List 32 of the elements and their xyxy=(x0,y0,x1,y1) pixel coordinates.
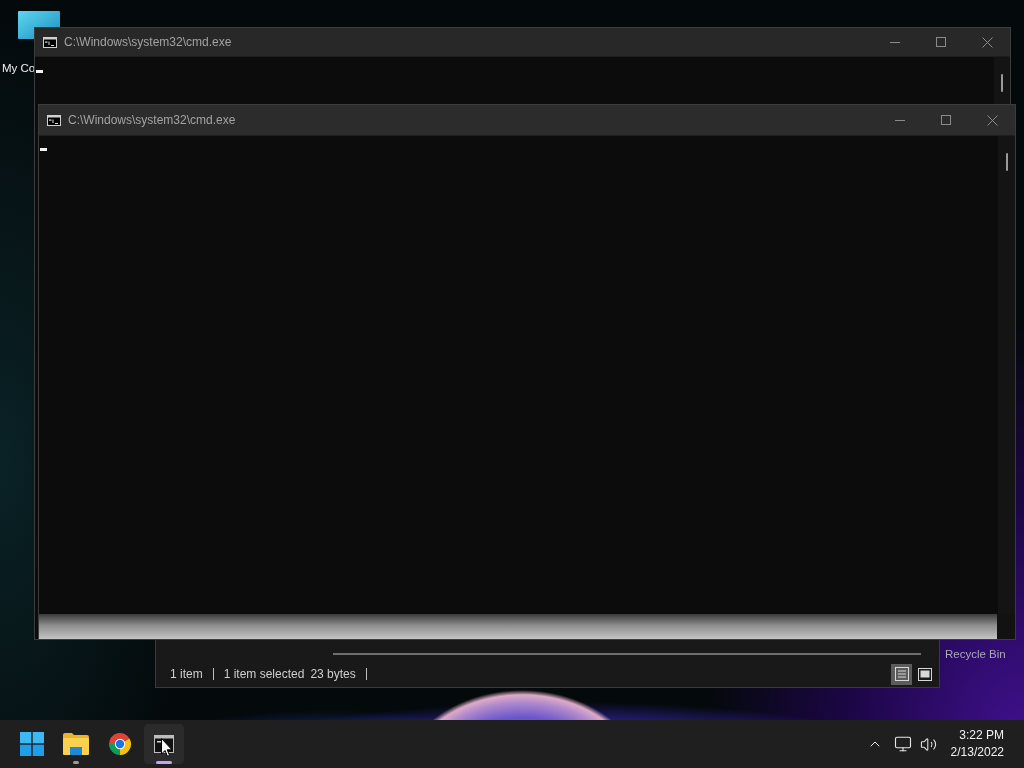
maximize-icon xyxy=(941,115,951,125)
windows-start-icon xyxy=(20,732,44,756)
horizontal-scrollbar[interactable] xyxy=(333,653,921,655)
text-cursor xyxy=(40,148,47,151)
minimize-icon xyxy=(890,41,900,43)
vertical-scrollbar[interactable] xyxy=(998,136,1015,614)
minimize-icon xyxy=(895,119,905,121)
status-text: 1 item selected xyxy=(223,666,305,683)
window-title: C:\Windows\system32\cmd.exe xyxy=(64,34,232,51)
monitor-icon xyxy=(894,735,912,753)
status-text: 1 item xyxy=(170,666,203,683)
status-text: 23 bytes xyxy=(310,666,356,683)
large-icons-view-icon xyxy=(917,667,932,681)
console-window-icon xyxy=(43,36,57,48)
clock[interactable]: 3:22 PM 2/13/2022 xyxy=(950,727,1012,761)
speaker-icon xyxy=(919,735,937,753)
window-title: C:\Windows\system32\cmd.exe xyxy=(68,112,236,129)
maximize-icon xyxy=(936,37,946,47)
folder-icon xyxy=(63,733,89,755)
desktop-icon-label[interactable]: Recycle Bin xyxy=(945,646,1006,664)
view-button[interactable] xyxy=(891,663,912,685)
vertical-scrollbar[interactable] xyxy=(994,57,1010,104)
mouse-pointer-icon xyxy=(161,738,173,757)
details-view-icon xyxy=(894,667,909,681)
close-icon xyxy=(986,114,998,126)
taskbar-button[interactable] xyxy=(144,724,184,764)
scrollbar-thumb[interactable] xyxy=(1001,74,1003,92)
browser-icon xyxy=(108,732,132,756)
close-icon xyxy=(981,36,993,48)
scrollbar-thumb[interactable] xyxy=(1005,153,1008,171)
console-window-icon xyxy=(47,114,61,126)
text-cursor xyxy=(36,70,43,73)
